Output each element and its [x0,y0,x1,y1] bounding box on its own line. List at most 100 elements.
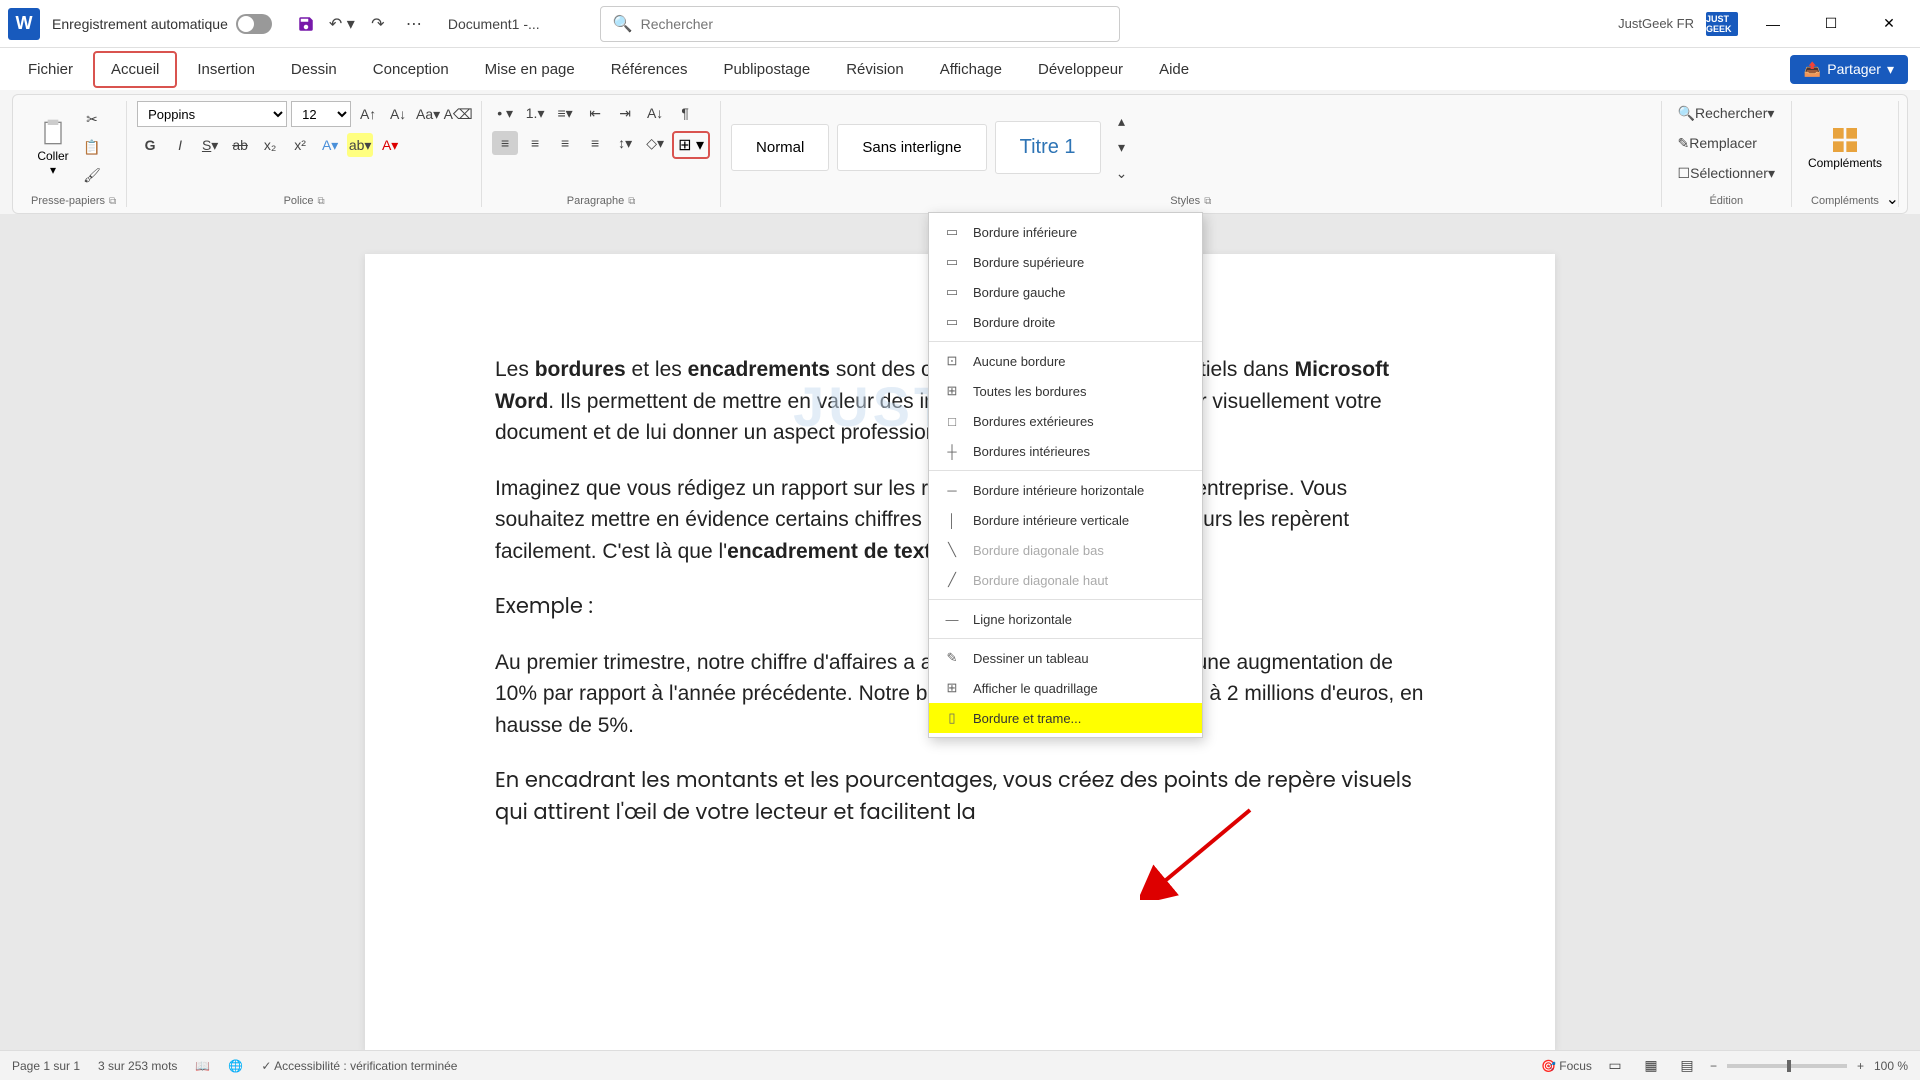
tab-aide[interactable]: Aide [1143,53,1205,86]
font-size-select[interactable]: 12 [291,101,351,127]
bold-icon[interactable]: G [137,133,163,157]
justify-icon[interactable]: ≡ [582,131,608,155]
line-spacing-icon[interactable]: ↕▾ [612,131,638,155]
close-button[interactable]: ✕ [1866,8,1912,40]
menu-border-top[interactable]: ▭Bordure supérieure [929,247,1202,277]
bullets-icon[interactable]: • ▾ [492,101,518,125]
addins-button[interactable]: Compléments [1802,120,1888,174]
align-left-icon[interactable]: ≡ [492,131,518,155]
focus-mode[interactable]: 🎯 Focus [1541,1059,1592,1073]
menu-border-left[interactable]: ▭Bordure gauche [929,277,1202,307]
view-print-icon[interactable]: ▦ [1638,1054,1664,1078]
view-read-icon[interactable]: ▭ [1602,1054,1628,1078]
menu-inside-h-border[interactable]: ─Bordure intérieure horizontale [929,475,1202,505]
clear-format-icon[interactable]: A⌫ [445,102,471,126]
paste-button[interactable]: Coller ▾ [31,113,75,181]
undo-button[interactable]: ↶ ▾ [328,10,356,38]
tab-developpeur[interactable]: Développeur [1022,53,1139,86]
grow-font-icon[interactable]: A↑ [355,102,381,126]
font-color-icon[interactable]: A▾ [377,133,403,157]
tab-fichier[interactable]: Fichier [12,53,89,86]
status-page[interactable]: Page 1 sur 1 [12,1059,80,1073]
autosave-toggle[interactable] [236,14,272,34]
menu-no-border[interactable]: ⊡Aucune bordure [929,346,1202,376]
zoom-slider[interactable] [1727,1064,1847,1068]
search-box[interactable]: 🔍 [600,6,1120,42]
styles-dialog-launcher[interactable]: ⧉ [1204,196,1211,207]
font-dialog-launcher[interactable]: ⧉ [318,196,325,207]
save-icon[interactable] [292,10,320,38]
zoom-in-icon[interactable]: + [1857,1059,1864,1073]
underline-icon[interactable]: S▾ [197,133,223,157]
zoom-level[interactable]: 100 % [1874,1059,1908,1073]
styles-up-icon[interactable]: ▴ [1109,109,1135,133]
show-marks-icon[interactable]: ¶ [672,101,698,125]
style-titre1[interactable]: Titre 1 [995,121,1101,174]
styles-down-icon[interactable]: ▾ [1109,135,1135,159]
strikethrough-icon[interactable]: ab [227,133,253,157]
share-button[interactable]: 📤 Partager ▾ [1790,55,1908,84]
status-accessibility[interactable]: ✓ Accessibilité : vérification terminée [261,1059,457,1073]
maximize-button[interactable]: ☐ [1808,8,1854,40]
shading-icon[interactable]: ◇▾ [642,131,668,155]
numbering-icon[interactable]: 1.▾ [522,101,548,125]
group-clipboard: Coller ▾ ✂ 📋 🖌 Presse-papiers⧉ [21,101,127,207]
menu-border-right[interactable]: ▭Bordure droite [929,307,1202,337]
decrease-indent-icon[interactable]: ⇤ [582,101,608,125]
find-button[interactable]: 🔍 Rechercher ▾ [1672,101,1781,125]
superscript-icon[interactable]: x² [287,133,313,157]
tab-revision[interactable]: Révision [830,53,920,86]
sort-icon[interactable]: A↓ [642,101,668,125]
style-no-spacing[interactable]: Sans interligne [837,124,986,171]
clipboard-dialog-launcher[interactable]: ⧉ [109,196,116,207]
paragraph-dialog-launcher[interactable]: ⧉ [628,196,635,207]
collapse-ribbon-icon[interactable]: ⌄ [1886,189,1899,209]
search-input[interactable] [641,16,1107,32]
view-web-icon[interactable]: ▤ [1674,1054,1700,1078]
subscript-icon[interactable]: x₂ [257,133,283,157]
tab-insertion[interactable]: Insertion [181,53,271,86]
multilevel-icon[interactable]: ≡▾ [552,101,578,125]
tab-accueil[interactable]: Accueil [93,51,177,88]
menu-outside-borders[interactable]: □Bordures extérieures [929,406,1202,436]
tab-references[interactable]: Références [595,53,704,86]
menu-draw-table[interactable]: ✎Dessiner un tableau [929,643,1202,673]
align-center-icon[interactable]: ≡ [522,131,548,155]
select-button[interactable]: ☐ Sélectionner ▾ [1672,161,1781,185]
shrink-font-icon[interactable]: A↓ [385,102,411,126]
font-name-select[interactable]: Poppins [137,101,287,127]
menu-all-borders[interactable]: ⊞Toutes les bordures [929,376,1202,406]
tab-conception[interactable]: Conception [357,53,465,86]
qat-customize[interactable]: ⋯ [400,10,428,38]
change-case-icon[interactable]: Aa▾ [415,102,441,126]
style-normal[interactable]: Normal [731,124,829,171]
menu-inside-v-border[interactable]: │Bordure intérieure verticale [929,505,1202,535]
highlight-icon[interactable]: ab▾ [347,133,373,157]
copy-icon[interactable]: 📋 [79,135,105,159]
increase-indent-icon[interactable]: ⇥ [612,101,638,125]
diag-down-icon: ╲ [943,541,961,559]
menu-inside-borders[interactable]: ┼Bordures intérieures [929,436,1202,466]
cut-icon[interactable]: ✂ [79,107,105,131]
italic-icon[interactable]: I [167,133,193,157]
replace-button[interactable]: ✎ Remplacer [1672,131,1763,155]
minimize-button[interactable]: — [1750,8,1796,40]
borders-button[interactable]: ⊞ ▾ [672,131,710,159]
text-effects-icon[interactable]: A▾ [317,133,343,157]
menu-show-gridlines[interactable]: ⊞Afficher le quadrillage [929,673,1202,703]
redo-button[interactable]: ↷ [364,10,392,38]
menu-horizontal-line[interactable]: —Ligne horizontale [929,604,1202,634]
status-spell-icon[interactable]: 📖 [195,1059,210,1073]
tab-publipostage[interactable]: Publipostage [707,53,826,86]
styles-more-icon[interactable]: ⌄ [1109,161,1135,185]
tab-affichage[interactable]: Affichage [924,53,1018,86]
align-right-icon[interactable]: ≡ [552,131,578,155]
menu-borders-and-shading[interactable]: ▯Bordure et trame... [929,703,1202,733]
menu-border-bottom[interactable]: ▭Bordure inférieure [929,217,1202,247]
format-painter-icon[interactable]: 🖌 [79,163,105,187]
zoom-out-icon[interactable]: − [1710,1059,1717,1073]
tab-dessin[interactable]: Dessin [275,53,353,86]
tab-mise-en-page[interactable]: Mise en page [469,53,591,86]
status-lang-icon[interactable]: 🌐 [228,1059,243,1073]
status-words[interactable]: 3 sur 253 mots [98,1059,177,1073]
